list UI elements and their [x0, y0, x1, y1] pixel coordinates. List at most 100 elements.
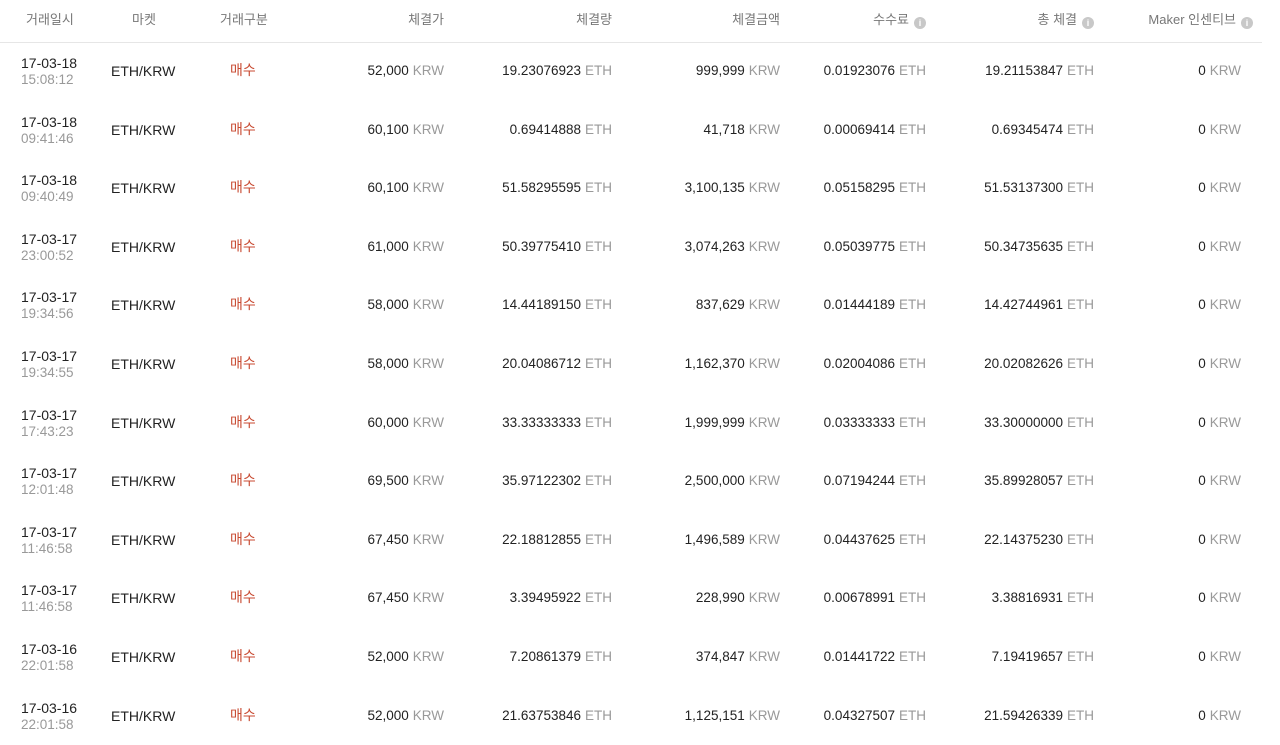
value: 1,496,589: [684, 531, 745, 547]
value: 52,000: [367, 649, 409, 664]
table-row[interactable]: 17-03-17 19:34:56 ETH/KRW 매수 58,000 KRW 14.441…: [0, 276, 1262, 335]
unit-label: ETH: [585, 180, 612, 196]
info-icon[interactable]: i: [1082, 17, 1094, 29]
table-row[interactable]: 17-03-16 22:01:58 ETH/KRW 매수 52,000 KRW 7.2086…: [0, 628, 1262, 687]
table-row[interactable]: 17-03-17 12:01:48 ETH/KRW 매수 69,500 KRW 35.971…: [0, 452, 1262, 511]
info-icon[interactable]: i: [1241, 17, 1253, 29]
table-row[interactable]: 17-03-16 22:01:58 ETH/KRW 매수 52,000 KRW 21.637…: [0, 687, 1262, 745]
trade-amount: 3,100,135 KRW: [685, 180, 780, 196]
unit-label: KRW: [412, 121, 444, 137]
unit-label: ETH: [899, 649, 926, 664]
value: 60,000: [367, 414, 409, 430]
table-row[interactable]: 17-03-18 09:41:46 ETH/KRW 매수 60,100 KRW 0.6941…: [0, 101, 1262, 160]
header-total: 총 체결 i: [1038, 12, 1094, 29]
table-row[interactable]: 17-03-17 11:46:58 ETH/KRW 매수 67,450 KRW 22.188…: [0, 511, 1262, 570]
header-total-label[interactable]: 총 체결: [1038, 12, 1078, 27]
trade-fee: 0.00678991 ETH: [824, 590, 926, 606]
market-pair: ETH/KRW: [111, 180, 176, 197]
market-pair: ETH/KRW: [111, 531, 176, 548]
trade-history-table: 거래일시 마켓 거래구분 체결가 체결량 체결금액 수수료 i 총 체결 i Mak…: [0, 0, 1280, 745]
header-price[interactable]: 체결가: [408, 12, 444, 28]
header-maker-label[interactable]: Maker 인센티브: [1148, 12, 1236, 27]
header-side[interactable]: 거래구분: [220, 12, 268, 28]
unit-label: KRW: [1209, 590, 1241, 606]
value: 0.03333333: [823, 414, 895, 430]
unit-label: KRW: [1209, 63, 1241, 78]
value: 7.19419657: [991, 649, 1063, 664]
value: 7.20861379: [509, 649, 581, 664]
unit-label: ETH: [1067, 531, 1094, 547]
trade-amount: 228,990 KRW: [696, 590, 780, 606]
unit-label: ETH: [899, 531, 926, 547]
unit-label: KRW: [1209, 707, 1241, 723]
trade-price: 60,100 KRW: [367, 180, 444, 196]
market-pair: ETH/KRW: [111, 238, 176, 255]
info-icon[interactable]: i: [914, 17, 926, 29]
unit-label: ETH: [585, 473, 612, 489]
value: 0: [1198, 649, 1206, 664]
unit-label: KRW: [412, 63, 444, 78]
trade-price: 52,000 KRW: [367, 63, 444, 79]
header-fee: 수수료 i: [873, 12, 926, 29]
value: 0: [1198, 473, 1206, 489]
trade-side: 매수: [230, 62, 256, 78]
trade-date: 17-03-17: [21, 465, 78, 482]
trade-price: 58,000 KRW: [367, 297, 444, 313]
table-row[interactable]: 17-03-17 19:34:55 ETH/KRW 매수 58,000 KRW 20.040…: [0, 335, 1262, 394]
unit-label: KRW: [748, 121, 780, 137]
trade-amount: 1,496,589 KRW: [685, 532, 780, 548]
trade-amount: 1,125,151 KRW: [685, 708, 780, 724]
value: 58,000: [367, 356, 409, 371]
trade-date: 17-03-18: [21, 113, 78, 130]
trade-time: 23:00:52: [21, 247, 74, 263]
table-row[interactable]: 17-03-17 23:00:52 ETH/KRW 매수 61,000 KRW 50.397…: [0, 218, 1262, 277]
header-fee-label[interactable]: 수수료: [873, 12, 909, 27]
trade-time: 09:40:49: [21, 189, 74, 205]
unit-label: ETH: [899, 238, 926, 254]
trade-side: 매수: [230, 296, 256, 313]
trade-side: 매수: [230, 589, 256, 606]
table-row[interactable]: 17-03-18 09:40:49 ETH/KRW 매수 60,100 KRW 51.582…: [0, 159, 1262, 218]
trade-time: 11:46:58: [21, 540, 73, 556]
header-market[interactable]: 마켓: [132, 12, 156, 28]
trade-volume: 22.18812855 ETH: [502, 532, 612, 548]
unit-label: ETH: [585, 356, 612, 371]
table-row[interactable]: 17-03-17 11:46:58 ETH/KRW 매수 67,450 KRW 3.3949…: [0, 569, 1262, 628]
value: 0: [1198, 531, 1206, 547]
unit-label: KRW: [412, 707, 444, 723]
trade-total: 19.21153847 ETH: [985, 63, 1094, 79]
trade-volume: 0.69414888 ETH: [510, 122, 612, 138]
unit-label: ETH: [1067, 590, 1094, 606]
header-volume[interactable]: 체결량: [576, 12, 612, 28]
trade-price: 60,000 KRW: [367, 415, 444, 431]
header-amount[interactable]: 체결금액: [732, 12, 780, 28]
value: 0: [1198, 121, 1206, 137]
table-row[interactable]: 17-03-18 15:08:12 ETH/KRW 매수 52,000 KRW 19.230…: [0, 42, 1262, 101]
unit-label: ETH: [1067, 238, 1094, 254]
unit-label: ETH: [585, 590, 612, 606]
unit-label: ETH: [585, 649, 612, 664]
unit-label: ETH: [1067, 649, 1094, 664]
trade-volume: 35.97122302 ETH: [502, 473, 612, 489]
unit-label: KRW: [412, 531, 444, 547]
trade-fee: 0.05158295 ETH: [824, 180, 926, 196]
value: 0: [1198, 63, 1206, 78]
maker-incentive: 0 KRW: [1198, 708, 1241, 724]
unit-label: KRW: [412, 238, 444, 254]
value: 0: [1198, 297, 1206, 313]
value: 35.97122302: [502, 473, 581, 489]
unit-label: KRW: [1209, 414, 1241, 430]
maker-incentive: 0 KRW: [1198, 649, 1241, 665]
value: 837,629: [695, 297, 745, 313]
maker-incentive: 0 KRW: [1198, 180, 1241, 196]
unit-label: KRW: [1209, 356, 1241, 371]
unit-label: ETH: [585, 297, 612, 313]
table-row[interactable]: 17-03-17 17:43:23 ETH/KRW 매수 60,000 KRW 33.333…: [0, 394, 1262, 453]
market-pair: ETH/KRW: [111, 356, 176, 372]
header-date[interactable]: 거래일시: [26, 12, 74, 28]
trade-fee: 0.01444189 ETH: [824, 297, 926, 313]
value: 0.05039775: [823, 238, 895, 254]
trade-date: 17-03-18: [21, 55, 78, 71]
trade-price: 58,000 KRW: [367, 356, 444, 372]
maker-incentive: 0 KRW: [1198, 239, 1241, 255]
